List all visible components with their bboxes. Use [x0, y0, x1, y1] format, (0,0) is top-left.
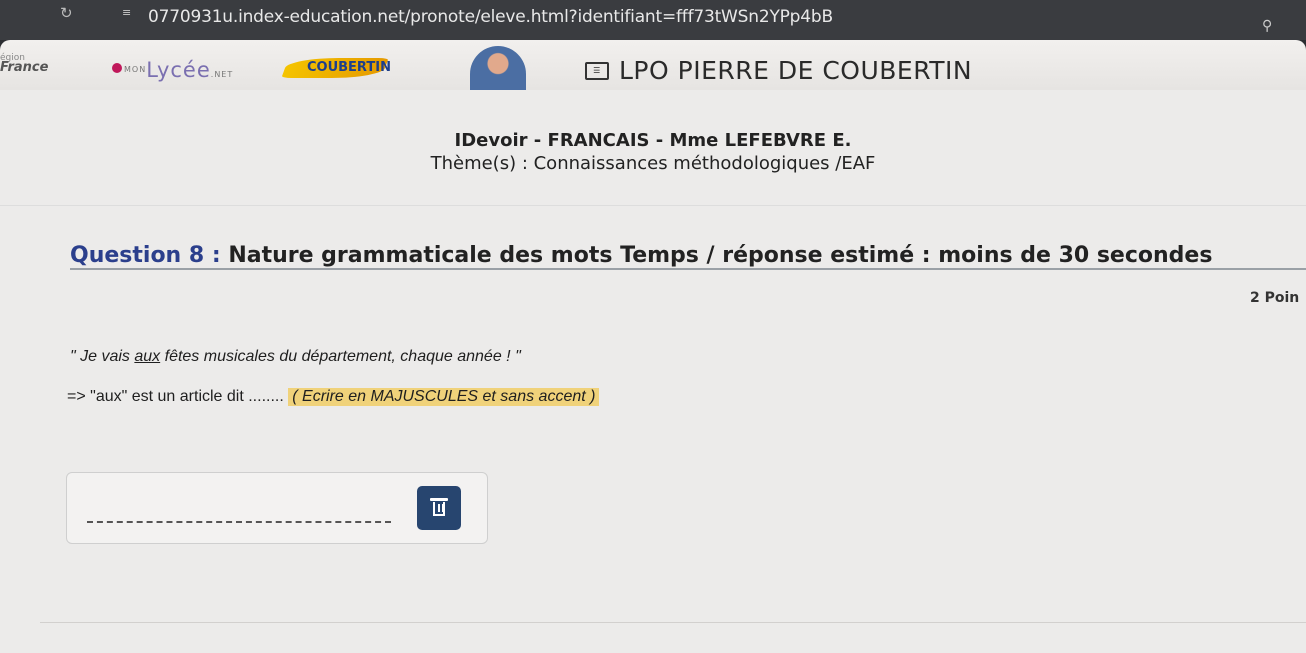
id-card-icon: ☰	[585, 62, 609, 80]
answer-box	[66, 472, 488, 544]
region-logo-text: France	[0, 60, 49, 75]
region-logo[interactable]: égion France	[0, 54, 49, 75]
sentence-underlined-word: aux	[134, 348, 161, 365]
section-divider	[0, 205, 1306, 206]
school-name: ☰ LPO PIERRE DE COUBERTIN	[585, 56, 972, 85]
lycee-logo-net: .NET	[210, 70, 234, 79]
coubertin-logo-text: COUBERTIN	[307, 60, 391, 75]
school-name-text: LPO PIERRE DE COUBERTIN	[619, 56, 973, 85]
sentence-after: fêtes musicales du département, chaque a…	[160, 348, 521, 365]
example-sentence: " Je vais aux fêtes musicales du départe…	[70, 348, 521, 366]
question-underline	[70, 268, 1306, 270]
lycee-logo-dot-icon	[112, 63, 122, 73]
coubertin-logo[interactable]: COUBERTIN	[281, 54, 391, 84]
lycee-logo-text: Lycée	[146, 58, 211, 82]
site-settings-icon[interactable]: ≡	[122, 6, 131, 19]
assignment-theme: Thème(s) : Connaissances méthodologiques…	[430, 153, 876, 174]
browser-url-bar: ↻ ≡ 0770931u.index-education.net/pronote…	[0, 0, 1306, 40]
main-content: IDevoir - FRANCAIS - Mme LEFEBVRE E. Thè…	[0, 90, 1306, 653]
footer-divider	[40, 622, 1306, 623]
lycee-logo-mon: MON	[124, 65, 147, 74]
assignment-title: IDevoir - FRANCAIS - Mme LEFEBVRE E.	[454, 130, 852, 151]
prompt-hint: ( Ecrire en MAJUSCULES et sans accent )	[288, 388, 600, 406]
question-points: 2 Poin	[1250, 290, 1300, 306]
zoom-icon[interactable]: ⚲	[1262, 18, 1272, 34]
address-field[interactable]: 0770931u.index-education.net/pronote/ele…	[148, 7, 833, 27]
prompt-text: => "aux" est un article dit ........	[67, 388, 289, 405]
mon-lycee-logo[interactable]: MONLycée.NET	[112, 58, 233, 82]
question-prompt: => "aux" est un article dit ........ ( E…	[67, 388, 600, 406]
delete-answer-button[interactable]	[417, 486, 461, 530]
question-heading: Question 8 : Nature grammaticale des mot…	[70, 243, 1212, 268]
question-number: Question 8 :	[70, 243, 221, 268]
question-text: Nature grammaticale des mots Temps / rép…	[228, 243, 1213, 268]
sentence-before: " Je vais	[70, 348, 135, 365]
trash-icon	[430, 498, 448, 516]
reload-icon[interactable]: ↻	[60, 4, 73, 22]
answer-input[interactable]	[87, 499, 391, 523]
